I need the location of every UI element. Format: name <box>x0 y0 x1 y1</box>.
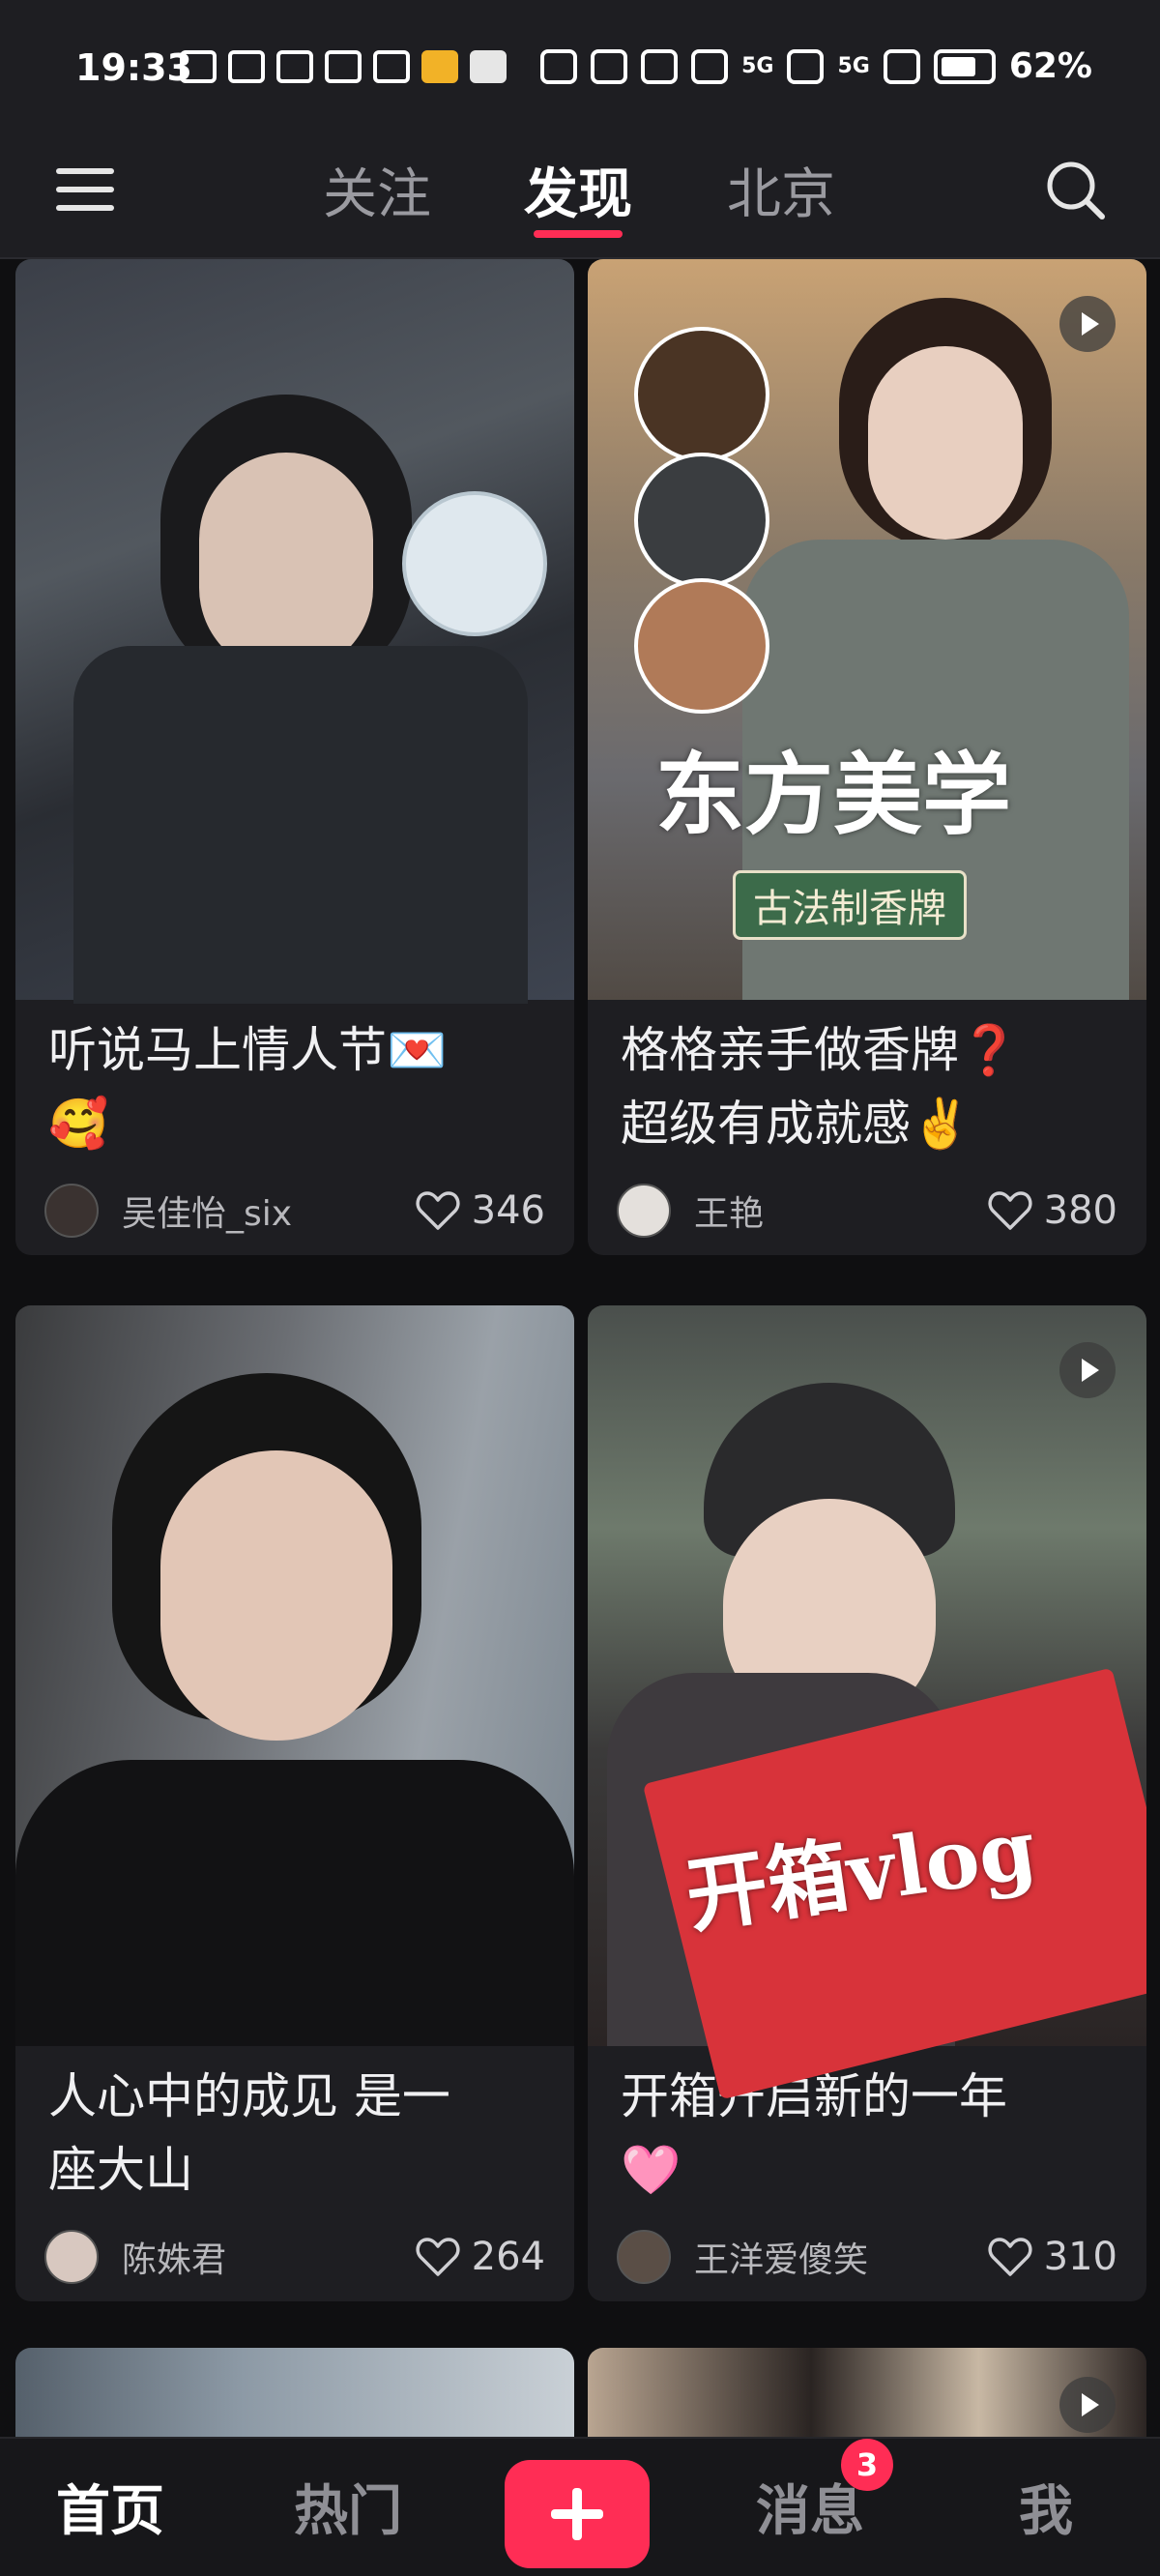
status-system-icons: 5G 5G 62% <box>540 46 1092 86</box>
bottom-nav: 首页 热门 消息 3 我 <box>0 2437 1160 2576</box>
signal-bars-icon <box>787 48 825 84</box>
avatar[interactable] <box>617 2230 671 2284</box>
eye-icon <box>228 50 265 83</box>
heart-icon <box>416 2238 460 2276</box>
feed-card[interactable]: 人心中的成见 是一 座大山 陈姝君 264 <box>15 1305 574 2301</box>
signal-bars-icon <box>883 48 920 84</box>
feed-card[interactable]: 东方美学 古法制香牌 格格亲手做香牌❓ 超级有成就感✌️ 王艳 380 <box>588 259 1146 1255</box>
nav-hot[interactable]: 热门 <box>294 2468 402 2546</box>
menu-icon[interactable] <box>56 162 114 217</box>
tab-follow[interactable]: 关注 <box>323 151 431 229</box>
signal-5g-1: 5G <box>741 54 774 78</box>
author-name[interactable]: 王洋爱傻笑 <box>694 2232 988 2282</box>
card-title[interactable]: 听说马上情人节💌 🥰 <box>15 1000 574 1166</box>
status-bar: 19:33 5G 5G 62% <box>0 0 1160 135</box>
wifi-icon <box>691 48 729 84</box>
card-title[interactable]: 格格亲手做香牌❓ 超级有成就感✌️ <box>588 1000 1146 1166</box>
like-count: 264 <box>471 2235 545 2279</box>
heart-icon <box>988 2238 1032 2276</box>
like-button[interactable]: 346 <box>416 1188 545 1233</box>
app-notify-icon <box>373 50 410 83</box>
video-play-icon <box>1059 1342 1116 1398</box>
card-title-line-2: 🥰 <box>48 1096 109 1152</box>
status-notification-icons <box>180 50 507 83</box>
vibrate-icon <box>591 48 628 84</box>
card-thumbnail[interactable] <box>15 1305 574 2046</box>
card-title-line-2: 座大山 <box>48 2142 193 2198</box>
heart-icon <box>416 1191 460 1230</box>
card-meta: 王洋爱傻笑 310 <box>588 2212 1146 2301</box>
card-title[interactable]: 人心中的成见 是一 座大山 <box>15 2046 574 2212</box>
nav-home[interactable]: 首页 <box>56 2468 164 2546</box>
author-name[interactable]: 吴佳怡_six <box>122 1186 416 1236</box>
card-title-line-1: 人心中的成见 是一 <box>48 2068 450 2124</box>
thumbnail-overlay-title: 东方美学 <box>655 743 1012 847</box>
nav-me[interactable]: 我 <box>1019 2468 1073 2546</box>
card-title-line-2: 🩷 <box>621 2142 682 2198</box>
app-badge-icon <box>470 50 507 83</box>
card-meta: 陈姝君 264 <box>15 2212 574 2301</box>
card-meta: 吴佳怡_six 346 <box>15 1166 574 1255</box>
tab-local[interactable]: 北京 <box>727 151 835 229</box>
video-play-icon <box>1059 296 1116 352</box>
card-title-line-1: 格格亲手做香牌❓ <box>621 1022 1020 1078</box>
avatar[interactable] <box>44 1184 99 1238</box>
tab-discover[interactable]: 发现 <box>524 151 632 229</box>
thumbnail-overlay-subtitle: 古法制香牌 <box>733 870 967 940</box>
author-name[interactable]: 陈姝君 <box>122 2232 416 2282</box>
feed-card[interactable] <box>15 2348 574 2437</box>
feed-card[interactable]: 开箱vlog 开箱开启新的一年 🩷 王洋爱傻笑 310 <box>588 1305 1146 2301</box>
card-title-line-1: 听说马上情人节💌 <box>48 1022 448 1078</box>
feed-card[interactable] <box>588 2348 1146 2437</box>
alarm-icon <box>325 50 362 83</box>
card-thumbnail[interactable] <box>15 2348 574 2437</box>
nfc-icon <box>276 50 313 83</box>
like-button[interactable]: 264 <box>416 2235 545 2279</box>
author-name[interactable]: 王艳 <box>694 1186 988 1236</box>
messages-badge: 3 <box>841 2439 893 2491</box>
active-tab-indicator <box>534 230 623 238</box>
like-button[interactable]: 380 <box>988 1188 1117 1233</box>
cast-icon <box>180 50 217 83</box>
card-title-line-2: 超级有成就感✌️ <box>621 1096 972 1152</box>
battery-percent: 62% <box>1008 46 1092 86</box>
battery-icon <box>933 48 996 84</box>
card-title[interactable]: 开箱开启新的一年 🩷 <box>588 2046 1146 2212</box>
add-post-button[interactable] <box>505 2460 650 2568</box>
card-title-line-1: 开箱开启新的一年 <box>621 2068 1007 2124</box>
card-thumbnail[interactable] <box>588 2348 1146 2437</box>
card-thumbnail[interactable] <box>15 259 574 1004</box>
card-thumbnail[interactable]: 东方美学 古法制香牌 <box>588 259 1146 1000</box>
like-count: 310 <box>1043 2235 1117 2279</box>
like-count: 380 <box>1043 1188 1117 1233</box>
mute-icon <box>641 48 679 84</box>
search-icon[interactable] <box>1042 157 1108 222</box>
avatar[interactable] <box>44 2230 99 2284</box>
headphones-icon <box>540 48 578 84</box>
status-time: 19:33 <box>75 46 192 89</box>
card-meta: 王艳 380 <box>588 1166 1146 1255</box>
top-nav: 关注 发现 北京 <box>0 135 1160 259</box>
like-button[interactable]: 310 <box>988 2235 1117 2279</box>
feed-card[interactable]: 听说马上情人节💌 🥰 吴佳怡_six 346 <box>15 259 574 1255</box>
signal-5g-2: 5G <box>837 54 870 78</box>
discover-feed[interactable]: 听说马上情人节💌 🥰 吴佳怡_six 346 东方美学 古法制香牌 格格亲手做香… <box>0 259 1160 2437</box>
heart-icon <box>988 1191 1032 1230</box>
avatar[interactable] <box>617 1184 671 1238</box>
card-thumbnail[interactable]: 开箱vlog <box>588 1305 1146 2100</box>
like-count: 346 <box>471 1188 545 1233</box>
video-play-icon <box>1059 2377 1116 2433</box>
weibo-icon <box>421 50 458 83</box>
